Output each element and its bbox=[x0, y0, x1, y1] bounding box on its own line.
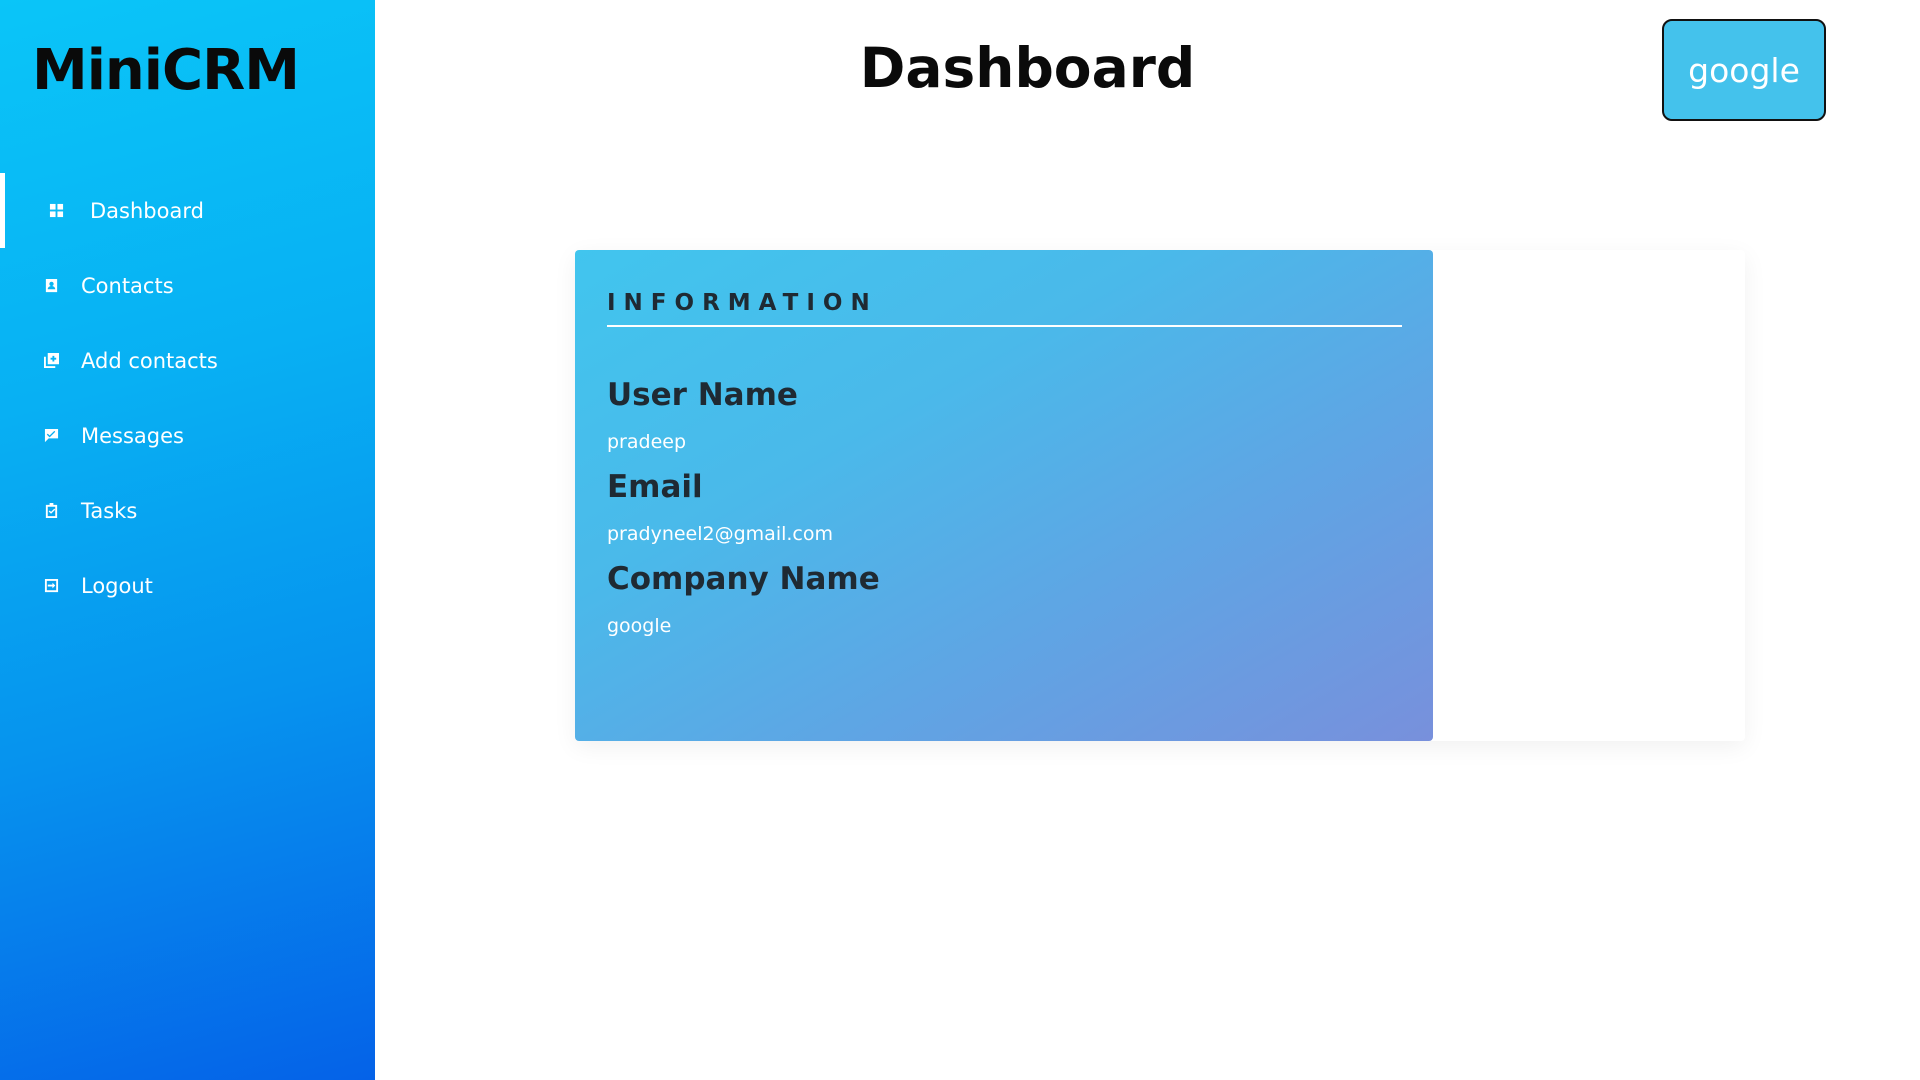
information-card: INFORMATION User Name pradeep Email prad… bbox=[575, 250, 1745, 741]
app-logo: MiniCRM bbox=[32, 38, 300, 103]
sidebar-nav: Dashboard Contacts Add contacts Messages bbox=[0, 173, 375, 623]
sidebar-item-label: Logout bbox=[81, 573, 153, 598]
app-root: MiniCRM Dashboard Contacts Add contacts bbox=[0, 0, 1920, 1080]
email-label: Email bbox=[607, 469, 703, 505]
sidebar-item-label: Add contacts bbox=[81, 348, 218, 373]
add-contact-icon bbox=[43, 353, 59, 369]
sidebar: MiniCRM Dashboard Contacts Add contacts bbox=[0, 0, 375, 1080]
sidebar-item-label: Tasks bbox=[81, 498, 138, 523]
sidebar-item-label: Messages bbox=[81, 423, 184, 448]
clipboard-check-icon bbox=[43, 503, 59, 519]
logout-icon bbox=[43, 578, 59, 594]
sidebar-item-label: Dashboard bbox=[90, 198, 204, 223]
sidebar-item-add-contacts[interactable]: Add contacts bbox=[0, 323, 375, 398]
sidebar-item-logout[interactable]: Logout bbox=[0, 548, 375, 623]
information-panel: INFORMATION User Name pradeep Email prad… bbox=[575, 250, 1433, 741]
sidebar-item-tasks[interactable]: Tasks bbox=[0, 473, 375, 548]
sidebar-item-label: Contacts bbox=[81, 273, 174, 298]
user-name-value: pradeep bbox=[607, 431, 687, 453]
dashboard-icon bbox=[48, 203, 64, 219]
sidebar-item-messages[interactable]: Messages bbox=[0, 398, 375, 473]
contact-card-icon bbox=[43, 278, 59, 294]
user-name-label: User Name bbox=[607, 377, 798, 413]
company-name-label: Company Name bbox=[607, 561, 880, 597]
message-icon bbox=[43, 428, 59, 444]
sidebar-item-dashboard[interactable]: Dashboard bbox=[0, 173, 375, 248]
email-value: pradyneel2@gmail.com bbox=[607, 523, 833, 545]
company-name-value: google bbox=[607, 615, 672, 637]
company-button[interactable]: google bbox=[1662, 19, 1826, 121]
information-heading: INFORMATION bbox=[607, 290, 1402, 327]
sidebar-item-contacts[interactable]: Contacts bbox=[0, 248, 375, 323]
page-title: Dashboard bbox=[859, 36, 1196, 100]
